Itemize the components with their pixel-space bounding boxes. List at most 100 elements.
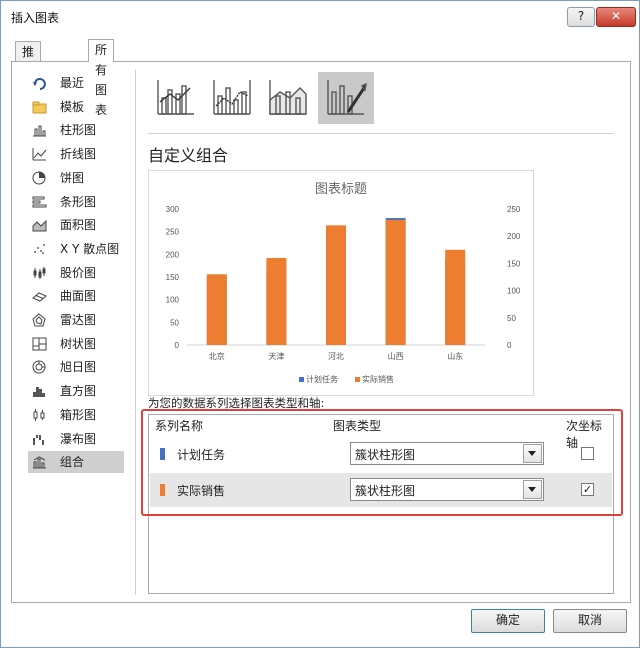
combo-chart-icon <box>33 456 46 469</box>
sidebar-item-label: 最近 <box>60 76 85 90</box>
stacked-area-column-icon <box>269 80 307 115</box>
sidebar-item-line-chart[interactable]: 折线图 <box>28 143 124 165</box>
sidebar-item-treemap-chart[interactable]: 树状图 <box>28 333 124 355</box>
sidebar-item-pie-chart[interactable]: 饼图 <box>28 167 124 189</box>
divider <box>135 70 136 595</box>
stock-chart-icon <box>33 266 46 279</box>
sidebar-item-sunburst-chart[interactable]: 旭日图 <box>28 356 124 378</box>
recent-icon <box>33 78 46 90</box>
bar-chart-icon <box>32 196 47 207</box>
y2-tick-label: 250 <box>507 205 521 214</box>
help-button[interactable]: ? <box>567 7 595 27</box>
sidebar-item-recent[interactable]: 最近 <box>28 72 124 94</box>
y-tick-label: 50 <box>170 318 179 327</box>
sidebar-item-label: 旭日图 <box>60 360 97 375</box>
bar-实际销售 <box>266 257 287 345</box>
x-tick-label: 河北 <box>328 351 344 361</box>
sidebar-item-surface-chart[interactable]: 曲面图 <box>28 285 124 307</box>
folder-icon <box>32 101 47 114</box>
all-charts-panel: 最近模板柱形图折线图饼图条形图面积图 X Y 散点图 股价图曲面图雷达图树状图旭日图… <box>11 61 631 603</box>
x-tick-label: 山东 <box>447 351 463 361</box>
histogram-chart-icon <box>33 387 45 398</box>
sidebar-item-label: 雷达图 <box>60 313 97 327</box>
area-chart-icon <box>32 219 47 232</box>
y2-tick-label: 0 <box>507 341 512 350</box>
sidebar-item-label: 股价图 <box>60 265 97 280</box>
section-title: 自定义组合 <box>148 146 229 165</box>
y2-tick-label: 50 <box>507 314 516 323</box>
tab-all-charts[interactable]: 所有图表 <box>88 39 115 117</box>
treemap-chart-icon <box>32 337 47 351</box>
legend-label: 实际销售 <box>362 374 394 384</box>
dialog-title: 插入图表 <box>11 11 60 25</box>
surface-chart-icon <box>32 292 47 302</box>
bar-实际销售 <box>445 249 466 345</box>
insert-chart-dialog: 插入图表 ? ✕ 推荐的图表 所有图表 最近模板柱形图折线图饼图条形图面积图 X … <box>0 0 640 648</box>
sidebar-item-scatter-chart[interactable]: X Y 散点图 <box>28 238 124 260</box>
sidebar-item-bar-chart[interactable]: 条形图 <box>28 191 124 213</box>
subtype-custom-combination[interactable] <box>318 72 374 124</box>
sidebar-item-label: 树状图 <box>60 336 97 351</box>
chart-preview: 图表标题 0 50 100 150 200 250 300 0 50 100 150 200 250 北京 天… <box>148 170 534 396</box>
sidebar-item-box-chart[interactable]: 箱形图 <box>28 404 124 426</box>
sidebar-item-label: 瀑布图 <box>60 431 97 446</box>
x-tick-label: 北京 <box>209 351 225 361</box>
y-tick-label: 0 <box>175 341 180 350</box>
box-chart-icon <box>33 408 45 421</box>
legend-swatch <box>299 377 304 382</box>
sidebar-item-stock-chart[interactable]: 股价图 <box>28 262 124 284</box>
cancel-button[interactable]: 取消 <box>553 609 627 633</box>
sidebar-item-label: 面积图 <box>60 218 97 233</box>
sidebar-item-combo-chart[interactable]: 组合 <box>28 451 124 474</box>
sidebar-item-column-chart[interactable]: 柱形图 <box>28 119 124 141</box>
y2-tick-label: 150 <box>507 259 521 268</box>
sidebar-item-histogram-chart[interactable]: 直方图 <box>28 380 124 402</box>
legend-label: 计划任务 <box>306 374 338 384</box>
pie-chart-icon <box>32 171 46 185</box>
title-bar: 插入图表 ? ✕ <box>1 1 639 31</box>
y-tick-label: 200 <box>166 250 180 259</box>
y-tick-label: 150 <box>166 273 180 282</box>
bar-实际销售 <box>206 274 227 345</box>
close-button[interactable]: ✕ <box>596 7 636 27</box>
column-line-secondary-axis-icon <box>213 80 251 115</box>
subtype-clustered-column-line[interactable] <box>150 72 200 124</box>
bar-实际销售 <box>326 225 346 345</box>
sidebar-item-label: 模板 <box>60 99 85 114</box>
subtype-column-line-secondary[interactable] <box>206 72 256 124</box>
sunburst-chart-icon <box>32 360 46 374</box>
line-chart-icon <box>32 148 47 161</box>
y2-tick-label: 100 <box>507 287 521 296</box>
clustered-column-line-icon <box>157 80 194 115</box>
subtype-stacked-area-column[interactable] <box>262 72 312 124</box>
y2-tick-label: 200 <box>507 232 521 241</box>
sidebar-item-label: 直方图 <box>60 384 97 399</box>
tab-recommended[interactable]: 推荐的图表 <box>15 41 42 139</box>
sidebar-item-label: X Y 散点图 <box>60 241 120 256</box>
scatter-chart-icon <box>34 243 45 254</box>
sidebar-item-label: 箱形图 <box>60 407 97 422</box>
chart-svg: 图表标题 0 50 100 150 200 250 300 0 50 100 150 200 250 北京 天… <box>166 181 521 384</box>
sidebar-item-folder[interactable]: 模板 <box>28 96 124 118</box>
y-tick-label: 100 <box>166 296 180 305</box>
legend-swatch <box>355 377 360 382</box>
sidebar-item-label: 柱形图 <box>60 123 97 138</box>
sidebar-item-area-chart[interactable]: 面积图 <box>28 214 124 236</box>
chart-title: 图表标题 <box>315 181 367 196</box>
x-tick-label: 天津 <box>268 351 284 361</box>
sidebar-item-waterfall-chart[interactable]: 瀑布图 <box>28 428 124 450</box>
sidebar-item-label: 条形图 <box>60 194 97 209</box>
x-tick-label: 山西 <box>388 351 404 361</box>
ok-button[interactable]: 确定 <box>471 609 545 633</box>
sidebar-item-label: 曲面图 <box>60 289 97 304</box>
sidebar-item-label: 折线图 <box>60 147 97 162</box>
custom-combination-icon <box>327 80 367 115</box>
waterfall-chart-icon <box>33 434 44 445</box>
bar-实际销售 <box>385 219 406 345</box>
sidebar-item-radar-chart[interactable]: 雷达图 <box>28 309 124 331</box>
sidebar-item-label: 饼图 <box>60 170 85 185</box>
divider <box>148 133 613 134</box>
y-tick-label: 300 <box>166 205 180 214</box>
sidebar-item-label: 组合 <box>60 455 85 470</box>
column-chart-icon <box>33 125 46 137</box>
